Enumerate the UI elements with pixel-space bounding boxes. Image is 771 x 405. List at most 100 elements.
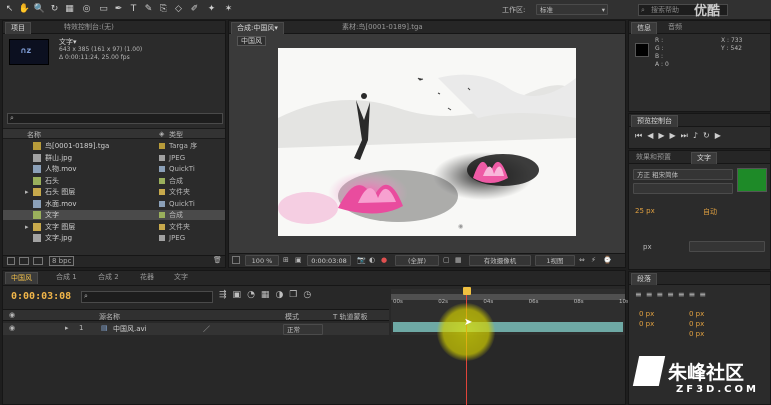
tab-timeline-comp1[interactable]: 合成 1 — [51, 272, 82, 284]
trkmat-header[interactable]: T 轨道蒙板 — [333, 312, 368, 322]
tab-effect-controls[interactable]: 特效控制台:(无) — [59, 22, 119, 34]
expand-triangle-icon[interactable]: ▸ — [25, 222, 29, 232]
trash-icon[interactable]: 🗑 — [213, 256, 222, 264]
rectangle-mask-tool-icon[interactable]: ▭ — [97, 3, 110, 16]
stroke-mode-select[interactable] — [689, 241, 765, 252]
project-item[interactable]: ▸ 石头 图层 文件夹 — [3, 187, 225, 197]
indent-left-value[interactable]: 0 px — [639, 310, 654, 318]
visibility-column-icon[interactable]: ◉ — [9, 311, 15, 319]
audio-icon[interactable]: ♪ — [693, 131, 703, 140]
tab-timeline-flower[interactable]: 花器 — [135, 272, 159, 284]
play-icon[interactable]: ▶ — [658, 131, 669, 140]
channel-color-icon[interactable]: ● — [381, 256, 387, 264]
column-name-header[interactable]: 名称 — [27, 130, 41, 140]
roto-brush-tool-icon[interactable]: ✐ — [188, 3, 201, 16]
comp-time-display[interactable]: 0:00:03:08 — [307, 255, 351, 266]
project-search-input[interactable]: ⌕ — [7, 113, 223, 124]
toggle-pixel-aspect-icon[interactable]: ⇔ — [579, 256, 585, 264]
font-size-value[interactable]: 25 px — [635, 207, 655, 215]
camera-select[interactable]: 有效摄像机 — [469, 255, 531, 266]
label-color-icon[interactable] — [159, 143, 165, 149]
indent-first-value[interactable]: 0 px — [639, 320, 654, 328]
fast-previews-icon[interactable]: ⚡ — [591, 256, 596, 264]
project-item[interactable]: 文字.jpg JPEG — [3, 233, 225, 243]
label-color-icon[interactable] — [159, 177, 165, 184]
tab-info[interactable]: 信息 — [631, 22, 657, 34]
time-ruler-area[interactable]: 00s 02s 04s 06s 08s 10s — [391, 289, 629, 335]
layer-name[interactable]: 中国风.avi — [113, 324, 147, 334]
font-style-select[interactable] — [633, 183, 733, 194]
timeline-search-input[interactable]: ⌕ — [81, 291, 213, 303]
graph-editor-icon[interactable]: ◷ — [303, 290, 317, 300]
indent-right-value[interactable]: 0 px — [689, 310, 704, 318]
camera-tool-icon[interactable]: ▦ — [63, 3, 76, 16]
motion-blur-icon[interactable]: ◑ — [275, 290, 289, 300]
project-item[interactable]: 文字 合成 — [3, 210, 225, 220]
space-after-value[interactable]: 0 px — [689, 330, 704, 338]
tab-timeline-zhongguofeng[interactable]: 中国风 — [5, 272, 38, 284]
stroke-width-value[interactable]: px — [643, 243, 652, 251]
loop-icon[interactable]: ↻ — [703, 131, 715, 140]
new-composition-icon[interactable] — [33, 257, 43, 265]
current-time-display[interactable]: 0:00:03:08 — [11, 291, 71, 302]
bpc-button[interactable]: 8 bpc — [49, 256, 75, 266]
layer-row[interactable]: ◉ ▸ 1 ▤ 中国风.avi ／ 正常 — [3, 323, 389, 335]
justify-all-icon[interactable]: ≡ — [699, 290, 710, 299]
layer-quality-icon[interactable]: ／ — [203, 324, 210, 334]
fill-color-swatch[interactable] — [737, 168, 767, 192]
tab-timeline-text[interactable]: 文字 — [169, 272, 193, 284]
new-folder-icon[interactable] — [19, 257, 29, 265]
project-item[interactable]: 群山.jpg JPEG — [3, 153, 225, 163]
region-of-interest-icon[interactable]: ▢ — [443, 256, 450, 264]
ram-preview-icon[interactable]: ▶ — [715, 131, 726, 140]
label-color-icon[interactable] — [159, 166, 165, 172]
comp-breadcrumb[interactable]: 中国风 — [237, 36, 266, 46]
views-select[interactable]: 1视图 — [535, 255, 575, 266]
tab-paragraph[interactable]: 段落 — [631, 273, 657, 285]
tab-character[interactable]: 文字 — [691, 152, 717, 164]
selection-tool-icon[interactable]: ↖ — [3, 3, 16, 16]
leading-value[interactable]: 自动 — [703, 207, 717, 217]
safe-zones-icon[interactable]: ⊞ — [283, 256, 289, 264]
time-indicator-handle[interactable] — [463, 287, 471, 295]
tab-project[interactable]: 项目 — [5, 22, 31, 34]
type-tool-icon[interactable]: T — [127, 3, 140, 16]
hide-shy-icon[interactable]: ◔ — [247, 290, 261, 300]
column-type-header[interactable]: 类型 — [169, 130, 183, 140]
label-color-icon[interactable] — [159, 189, 165, 195]
resolution-select[interactable]: (全屏) — [395, 255, 439, 266]
layer-duration-bar[interactable] — [393, 322, 623, 332]
zoom-tool-icon[interactable]: 🔍 — [33, 3, 46, 16]
project-item[interactable]: 鸟[0001-0189].tga Targa 序 — [3, 141, 225, 151]
align-left-icon[interactable]: ≡ — [635, 290, 646, 299]
interpret-footage-icon[interactable] — [7, 257, 15, 265]
tab-audio[interactable]: 音频 — [663, 22, 687, 34]
last-frame-icon[interactable]: ⏭ — [681, 131, 693, 140]
tab-preview[interactable]: 预览控制台 — [631, 115, 678, 127]
draft-3d-icon[interactable]: ▣ — [233, 290, 248, 300]
project-item[interactable]: 人物.mov QuickTi — [3, 164, 225, 174]
puppet-pin-tool-icon[interactable]: ✦ — [205, 3, 218, 16]
label-color-icon[interactable] — [159, 223, 165, 230]
align-right-icon[interactable]: ≡ — [656, 290, 667, 299]
workspace-select[interactable]: 标准 ▾ — [536, 4, 608, 15]
tab-footage[interactable]: 素材:鸟[0001-0189].tga — [337, 22, 428, 34]
project-item[interactable]: ▸ 文字 图层 文件夹 — [3, 222, 225, 232]
expand-triangle-icon[interactable]: ▸ — [25, 187, 29, 197]
label-color-icon[interactable] — [159, 200, 165, 207]
transparency-grid-icon[interactable]: ▦ — [455, 256, 462, 264]
project-item[interactable]: 水面.mov QuickTi — [3, 199, 225, 209]
layer-visibility-icon[interactable]: ◉ — [9, 324, 15, 332]
tab-composition[interactable]: 合成:中国风▾ — [231, 22, 284, 34]
label-color-icon[interactable] — [159, 212, 165, 218]
pen-tool-icon[interactable]: ✒ — [112, 3, 125, 16]
layer-mode-select[interactable]: 正常 — [283, 324, 323, 335]
rotate-tool-icon[interactable]: ↻ — [48, 3, 61, 16]
align-center-icon[interactable]: ≡ — [646, 290, 657, 299]
mask-visibility-icon[interactable]: ▣ — [295, 256, 302, 264]
justify-last-right-icon[interactable]: ≡ — [689, 290, 700, 299]
pan-behind-tool-icon[interactable]: ◎ — [80, 3, 93, 16]
composition-canvas[interactable]: ◉ — [278, 48, 576, 236]
zoom-select[interactable]: 100 % — [245, 255, 279, 266]
timeline-icon[interactable]: ⌚ — [603, 256, 612, 264]
